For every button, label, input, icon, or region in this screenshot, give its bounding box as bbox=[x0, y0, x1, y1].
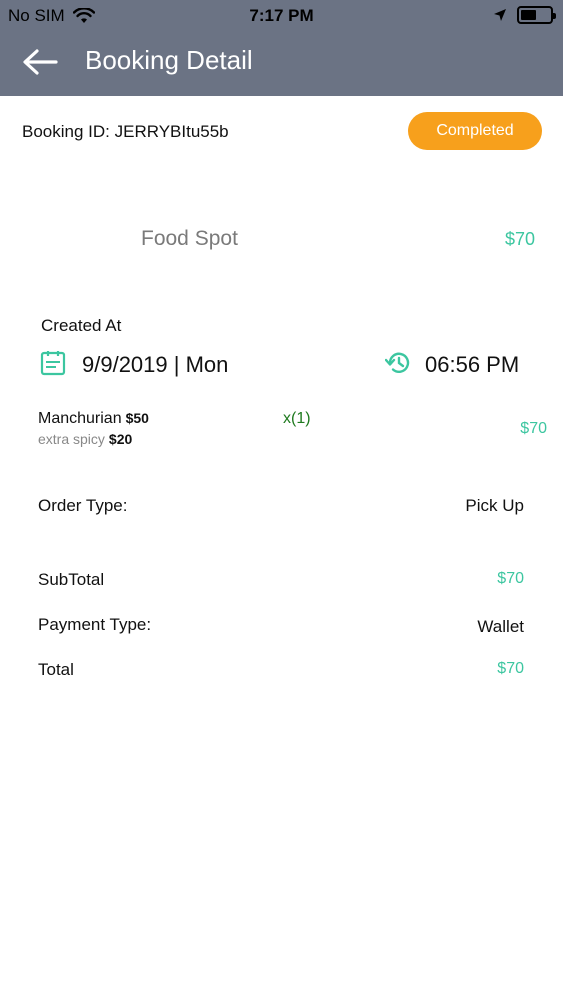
item-price: $50 bbox=[125, 410, 149, 426]
header-bar: Booking Detail bbox=[0, 32, 563, 96]
arrow-left-icon bbox=[23, 49, 58, 75]
battery-icon bbox=[517, 6, 556, 24]
back-button[interactable] bbox=[20, 42, 60, 82]
battery-level bbox=[521, 10, 536, 20]
total-label: Total bbox=[38, 660, 74, 679]
addon-name: extra spicy bbox=[38, 431, 105, 447]
created-at-label: Created At bbox=[41, 316, 122, 335]
item-quantity: x(1) bbox=[283, 410, 311, 427]
item-addon: extra spicy $20 bbox=[38, 431, 132, 447]
payment-type-value: Wallet bbox=[477, 617, 524, 636]
total-value: $70 bbox=[497, 660, 524, 677]
history-clock-icon bbox=[385, 352, 410, 373]
addon-price: $20 bbox=[108, 431, 133, 447]
created-time: 06:56 PM bbox=[425, 352, 520, 377]
item-total: $70 bbox=[520, 420, 547, 437]
order-type-value: Pick Up bbox=[465, 496, 524, 515]
list-item: Manchurian $50 bbox=[38, 410, 149, 428]
payment-type-label: Payment Type: bbox=[38, 615, 152, 634]
subtotal-label: SubTotal bbox=[38, 570, 105, 589]
booking-id: Booking ID: JERRYBItu55b bbox=[22, 122, 229, 141]
calendar-icon bbox=[40, 351, 66, 376]
item-name: Manchurian bbox=[38, 410, 122, 427]
location-arrow-icon bbox=[494, 9, 506, 21]
status-right bbox=[493, 6, 556, 24]
status-bar: No SIM 7:17 PM bbox=[0, 0, 563, 32]
booking-id-row: Booking ID: JERRYBItu55b Completed bbox=[22, 112, 542, 153]
subtotal-value: $70 bbox=[497, 570, 524, 587]
created-date: 9/9/2019 | Mon bbox=[82, 352, 229, 377]
status-badge: Completed bbox=[408, 112, 542, 150]
restaurant-name: Food Spot bbox=[141, 227, 238, 250]
page-title: Booking Detail bbox=[85, 45, 253, 75]
order-type-label: Order Type: bbox=[38, 496, 128, 515]
restaurant-price: $70 bbox=[504, 229, 535, 249]
status-time: 7:17 PM bbox=[249, 6, 314, 25]
